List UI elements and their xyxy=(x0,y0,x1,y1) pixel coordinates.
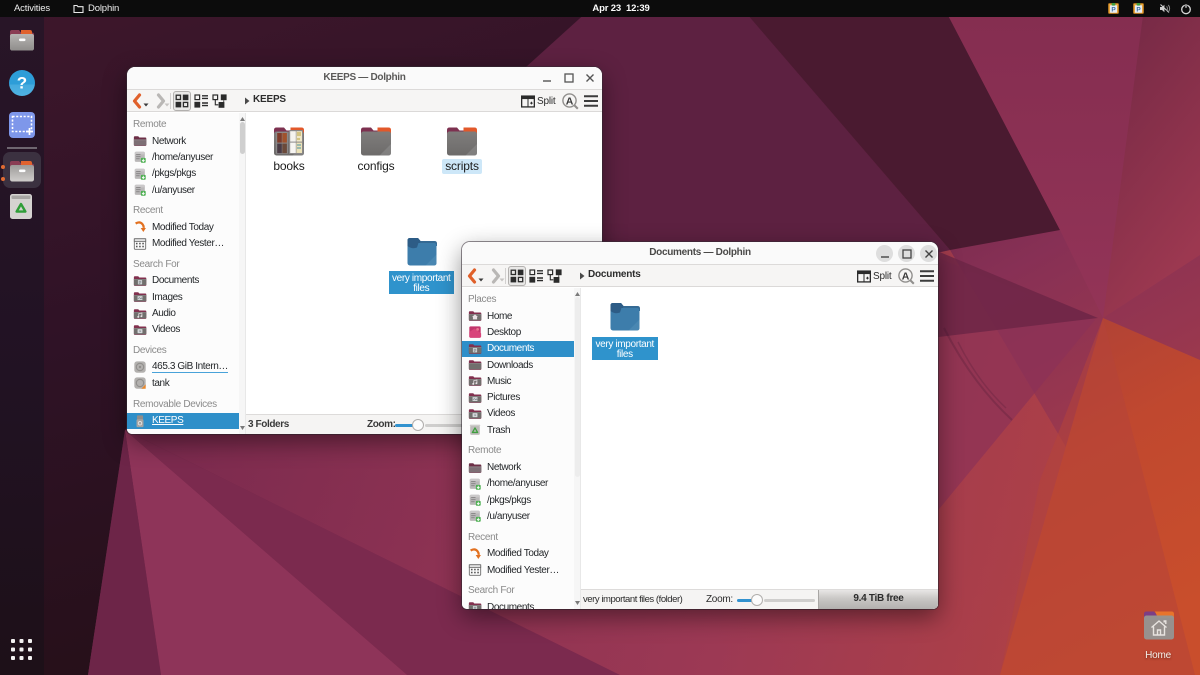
svg-text:A: A xyxy=(566,95,574,107)
svg-text:A: A xyxy=(902,270,910,282)
svg-text:?: ? xyxy=(17,74,27,93)
svg-text:P: P xyxy=(1136,7,1141,14)
svg-text:P: P xyxy=(1111,7,1116,14)
